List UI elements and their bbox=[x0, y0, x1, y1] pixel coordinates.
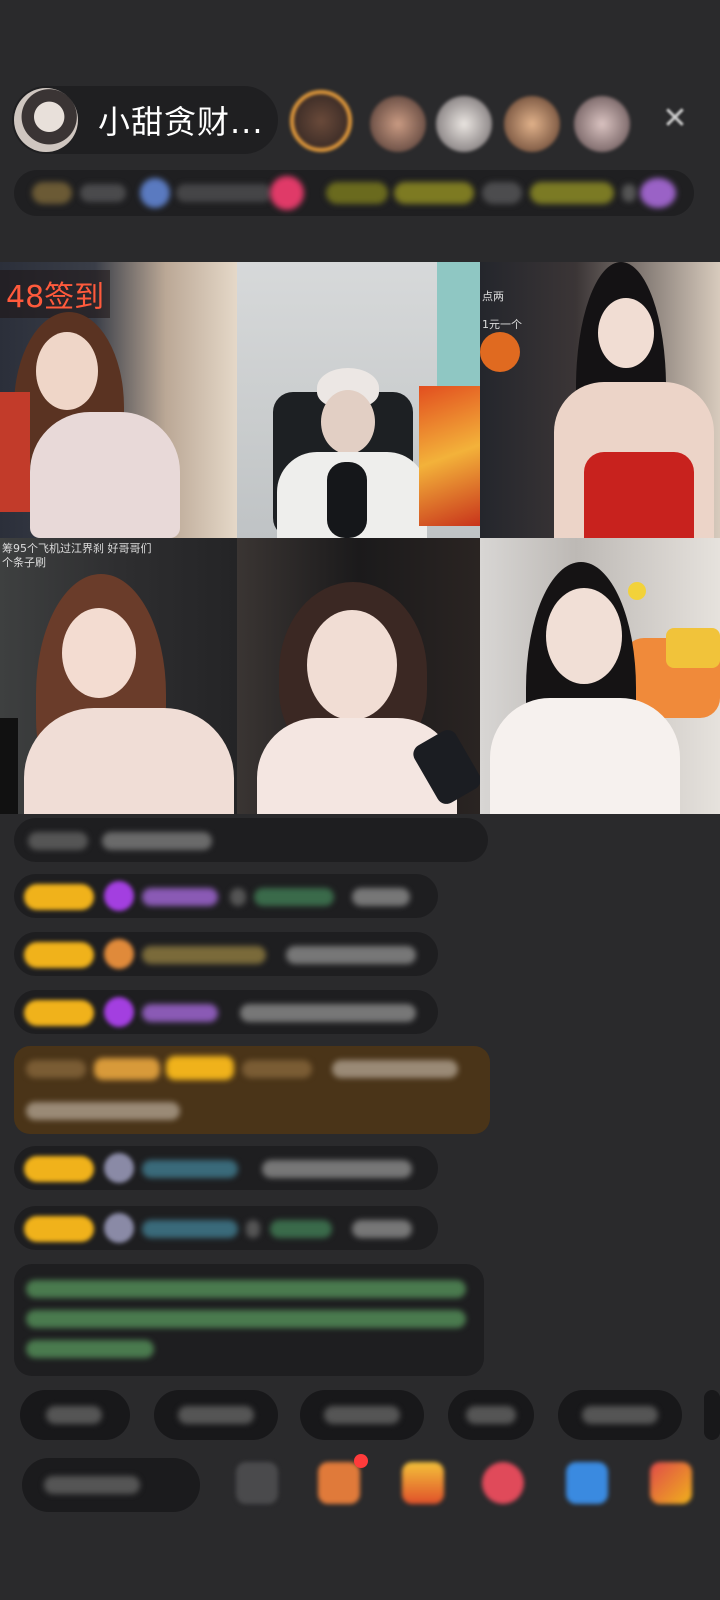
chat-message[interactable] bbox=[14, 818, 488, 862]
chat-message[interactable] bbox=[14, 874, 438, 918]
guest-video-4[interactable]: 筹95个飞机过江界刹 好哥哥们 个条子刷 bbox=[0, 538, 237, 814]
notification-dot bbox=[354, 1454, 368, 1468]
user-avatar bbox=[104, 1213, 134, 1243]
level-badge bbox=[24, 1156, 94, 1182]
vip-gem-icon bbox=[104, 997, 134, 1027]
guest-video-6[interactable] bbox=[480, 538, 720, 814]
chat-message[interactable] bbox=[14, 932, 438, 976]
host-name: 小甜贪财... bbox=[98, 103, 264, 141]
level-badge bbox=[24, 1000, 94, 1026]
level-badge bbox=[24, 1216, 94, 1242]
guest-caption: 1元一个 bbox=[482, 318, 522, 331]
highlighted-chat-message[interactable] bbox=[14, 1046, 490, 1134]
viewer-avatar[interactable] bbox=[370, 96, 426, 152]
system-notice bbox=[14, 1264, 484, 1376]
close-icon[interactable]: ✕ bbox=[660, 104, 690, 134]
quick-reply-chip[interactable] bbox=[558, 1390, 682, 1440]
wallet-icon[interactable] bbox=[402, 1462, 444, 1504]
share-icon[interactable] bbox=[482, 1462, 524, 1504]
room-info-bar[interactable] bbox=[14, 170, 694, 216]
multi-guest-video-grid: 48签到 点两 1元一个 筹95个飞机过江界刹 好哥哥们 个条子刷 bbox=[0, 262, 720, 814]
emoji-icon[interactable] bbox=[236, 1462, 278, 1504]
guest-video-2[interactable] bbox=[237, 262, 480, 538]
guest-video-5[interactable] bbox=[237, 538, 480, 814]
quick-reply-chip[interactable] bbox=[704, 1390, 720, 1440]
chat-message[interactable] bbox=[14, 990, 438, 1034]
quick-reply-chip[interactable] bbox=[20, 1390, 130, 1440]
host-info-pill[interactable]: 小甜贪财... bbox=[12, 86, 278, 154]
quick-reply-chip[interactable] bbox=[448, 1390, 534, 1440]
signin-tag: 48签到 bbox=[0, 270, 111, 318]
user-avatar bbox=[104, 1153, 134, 1183]
guest-video-1[interactable]: 48签到 bbox=[0, 262, 237, 538]
quick-reply-chip[interactable] bbox=[300, 1390, 424, 1440]
viewer-avatar[interactable] bbox=[504, 96, 560, 152]
quick-reply-chip[interactable] bbox=[154, 1390, 278, 1440]
viewer-avatar[interactable] bbox=[436, 96, 492, 152]
level-badge bbox=[24, 884, 94, 910]
gift-box-icon[interactable] bbox=[318, 1462, 360, 1504]
more-icon[interactable] bbox=[650, 1462, 692, 1504]
chat-message[interactable] bbox=[14, 1206, 438, 1250]
guest-video-3[interactable]: 点两 1元一个 bbox=[480, 262, 720, 538]
vip-gem-icon bbox=[104, 881, 134, 911]
chat-message[interactable] bbox=[14, 1146, 438, 1190]
chat-input[interactable] bbox=[22, 1458, 200, 1512]
top-viewer-avatar[interactable] bbox=[290, 90, 352, 152]
game-icon[interactable] bbox=[566, 1462, 608, 1504]
host-avatar[interactable] bbox=[14, 88, 78, 152]
level-badge bbox=[24, 942, 94, 968]
viewer-avatar[interactable] bbox=[574, 96, 630, 152]
fan-badge-icon bbox=[104, 939, 134, 969]
guest-caption: 筹95个飞机过江界刹 好哥哥们 bbox=[2, 542, 152, 555]
guest-caption: 个条子刷 bbox=[2, 556, 46, 569]
guest-caption: 点两 bbox=[482, 290, 504, 303]
